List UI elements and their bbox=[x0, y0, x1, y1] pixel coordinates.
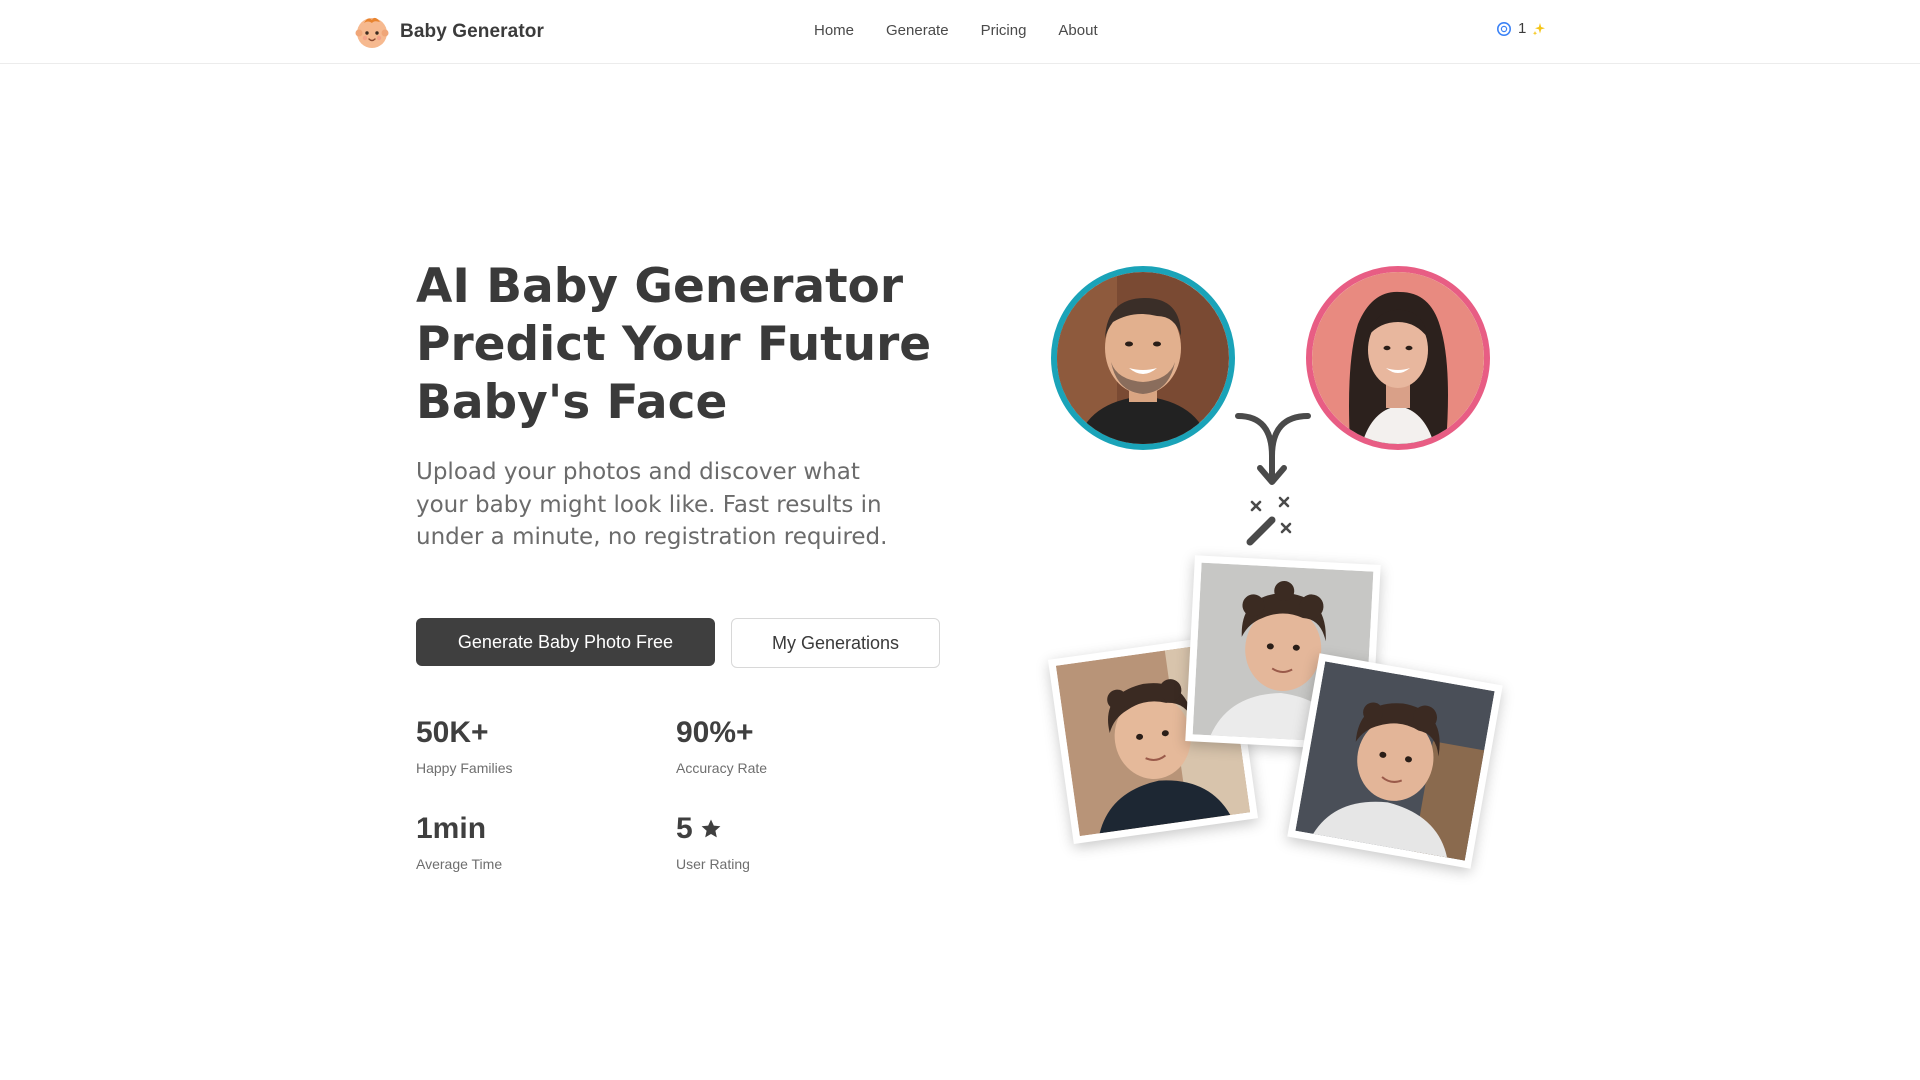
stat-value: 1min bbox=[416, 812, 487, 845]
star-icon bbox=[701, 819, 721, 838]
stat-value: 50K+ bbox=[416, 716, 489, 749]
nav-home[interactable]: Home bbox=[814, 22, 854, 39]
hero-title-line: AI Baby Generator bbox=[416, 259, 904, 314]
merge-arrow-icon bbox=[1235, 413, 1311, 485]
sparkle-icon bbox=[1533, 22, 1546, 35]
stat-accuracy-rate: 90%+ Accuracy Rate bbox=[676, 716, 767, 776]
my-generations-button[interactable]: My Generations bbox=[731, 618, 940, 668]
nav-pricing[interactable]: Pricing bbox=[981, 22, 1027, 39]
site-header: Baby Generator Home Generate Pricing Abo… bbox=[0, 0, 1920, 64]
credits-indicator[interactable]: 1 bbox=[1496, 20, 1546, 37]
hero-illustration bbox=[1040, 260, 1520, 880]
hero-title: AI Baby Generator Predict Your Future Ba… bbox=[416, 258, 936, 432]
stat-average-time: 1min Average Time bbox=[416, 812, 502, 872]
credit-coin-icon bbox=[1497, 21, 1511, 36]
stat-happy-families: 50K+ Happy Families bbox=[416, 716, 512, 776]
stat-user-rating: 5 User Rating bbox=[676, 812, 750, 872]
nav-about[interactable]: About bbox=[1058, 22, 1097, 39]
brand-logo-link[interactable]: Baby Generator bbox=[354, 14, 544, 50]
mother-portrait bbox=[1312, 272, 1484, 444]
main-nav: Home Generate Pricing About bbox=[814, 22, 1098, 39]
generate-baby-photo-button[interactable]: Generate Baby Photo Free bbox=[416, 618, 715, 666]
hero-title-line: Baby's Face bbox=[416, 375, 728, 430]
stat-value: 90%+ bbox=[676, 716, 754, 749]
stat-label: Happy Families bbox=[416, 760, 513, 776]
baby-portrait-right bbox=[1295, 661, 1495, 861]
stat-value-row: 5 bbox=[676, 812, 750, 846]
stat-value: 5 bbox=[676, 812, 693, 845]
credits-count: 1 bbox=[1518, 20, 1527, 37]
magic-wand-icon bbox=[1246, 496, 1292, 546]
hero-title-line: Predict Your Future bbox=[416, 317, 932, 372]
father-photo bbox=[1051, 266, 1235, 450]
stat-label: User Rating bbox=[676, 856, 750, 872]
stat-label: Average Time bbox=[416, 856, 503, 872]
nav-generate[interactable]: Generate bbox=[886, 22, 949, 39]
brand-name: Baby Generator bbox=[400, 21, 544, 42]
mother-photo bbox=[1306, 266, 1490, 450]
hero-description: Upload your photos and discover what you… bbox=[416, 459, 888, 550]
father-portrait bbox=[1057, 272, 1229, 444]
baby-photo-right bbox=[1287, 653, 1503, 869]
baby-face-icon bbox=[355, 17, 389, 48]
stat-label: Accuracy Rate bbox=[676, 760, 768, 776]
